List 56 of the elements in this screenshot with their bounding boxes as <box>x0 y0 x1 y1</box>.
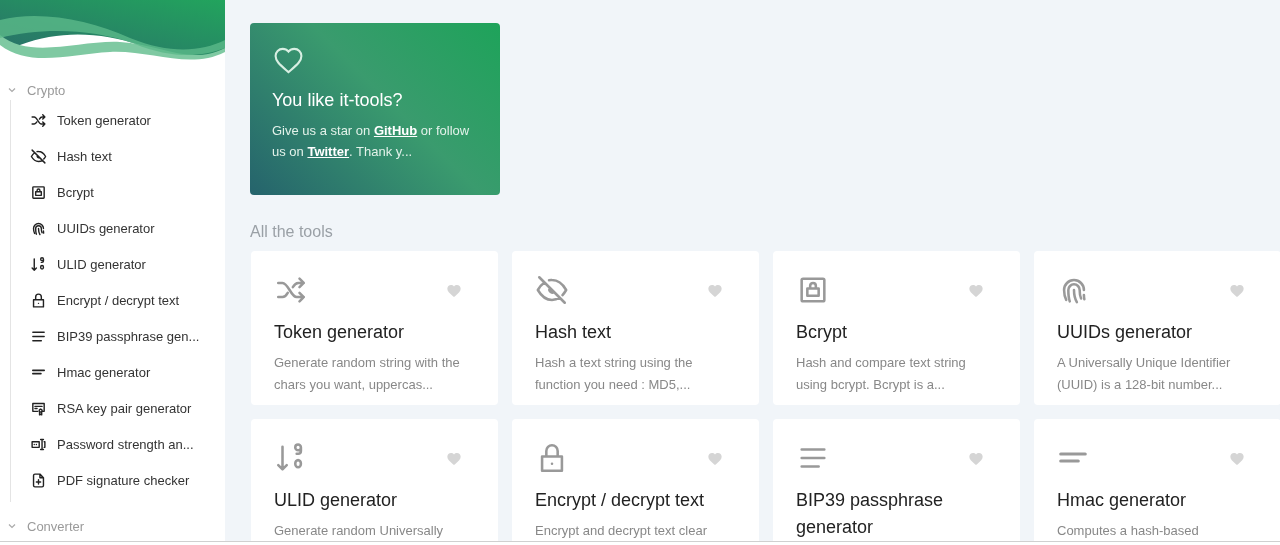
lock-icon <box>30 291 47 309</box>
favorite-heart-icon[interactable] <box>707 283 723 299</box>
card-title: Encrypt / decrypt text <box>535 489 706 512</box>
section-title: All the tools <box>250 223 334 241</box>
promo-title: You like it-tools? <box>272 90 404 111</box>
card-title: Token generator <box>274 321 406 344</box>
tool-card[interactable]: Token generator Generate random string with the chars you want, uppercas... <box>251 251 498 405</box>
social-link[interactable]: GitHub <box>373 123 418 138</box>
eye-off-icon <box>30 147 47 165</box>
social-link[interactable]: Twitter <box>307 144 350 159</box>
card-title: Hmac generator <box>1057 489 1188 512</box>
card-description: Hash a text string using the function you need : MD5,... <box>535 354 694 394</box>
sidebar-item[interactable]: Password strength an... <box>11 426 225 462</box>
sidebar-item[interactable]: BIP39 passphrase gen... <box>11 318 225 354</box>
eye-off-icon <box>535 273 569 307</box>
card-description: Generate random string with the chars you want, uppercas... <box>274 354 461 394</box>
shuffle-icon <box>30 111 47 129</box>
card-title: BIP39 passphrase generator <box>796 489 945 539</box>
short-lines-icon <box>32 369 45 375</box>
card-title: Hash text <box>535 321 613 344</box>
card-description: Generate random Universally <box>274 522 445 540</box>
card-description: Hash and compare text string using bcrypt. Bcrypt is a... <box>796 354 967 394</box>
sidebar-item[interactable]: Hmac generator <box>11 354 225 390</box>
sidebar-item[interactable]: Encrypt / decrypt text <box>11 282 225 318</box>
favorite-heart-icon[interactable] <box>968 283 984 299</box>
favorite-heart-icon[interactable] <box>446 283 462 299</box>
favorite-heart-icon[interactable] <box>1229 283 1245 299</box>
card-title: Bcrypt <box>796 321 848 344</box>
short-lines-icon <box>1059 452 1087 463</box>
document-icon <box>30 471 47 489</box>
tool-card[interactable]: Bcrypt Hash and compare text string using bcrypt. Bcrypt is a... <box>773 251 1020 405</box>
sidebar-item[interactable]: RSA key pair generator <box>11 390 225 426</box>
sidebar-item[interactable]: ULID generator <box>11 246 225 282</box>
card-description: A Universally Unique Identifier (UUID) is a 128-bit number... <box>1057 354 1232 394</box>
sidebar-item[interactable]: PDF signature checker <box>11 462 225 498</box>
sort-arrow-icon <box>30 255 47 273</box>
sidebar-item[interactable]: Token generator <box>11 102 225 138</box>
card-title: ULID generator <box>274 489 399 512</box>
favorite-heart-icon[interactable] <box>968 451 984 467</box>
tool-card[interactable]: Hash text Hash a text string using the function you need : MD5,... <box>512 251 759 405</box>
tool-card[interactable]: UUIDs generator A Universally Unique Identifier (UUID) is a 128-bit number... <box>1034 251 1280 405</box>
card-title: UUIDs generator <box>1057 321 1194 344</box>
promo-text: Give us a star on GitHub or follow us on Twitter. Thank y... <box>272 122 471 161</box>
card-description: Computes a hash-based <box>1057 522 1200 540</box>
tool-card[interactable]: Encrypt / decrypt text Encrypt and decrypt text clear <box>512 419 759 541</box>
favorite-heart-icon[interactable] <box>1229 451 1245 467</box>
favorite-heart-icon[interactable] <box>707 451 723 467</box>
sidebar-item[interactable]: Hash text <box>11 138 225 174</box>
sidebar-item[interactable]: UUIDs generator <box>11 210 225 246</box>
heart-icon <box>272 45 305 76</box>
tool-card[interactable]: BIP39 passphrase generator <box>773 419 1020 541</box>
card-description: Encrypt and decrypt text clear <box>535 522 708 540</box>
tool-card[interactable]: ULID generator Generate random Universally <box>251 419 498 541</box>
sidebar-item[interactable]: Bcrypt <box>11 174 225 210</box>
favorite-heart-icon[interactable] <box>446 451 462 467</box>
tool-card[interactable]: Hmac generator Computes a hash-based <box>1034 419 1280 541</box>
